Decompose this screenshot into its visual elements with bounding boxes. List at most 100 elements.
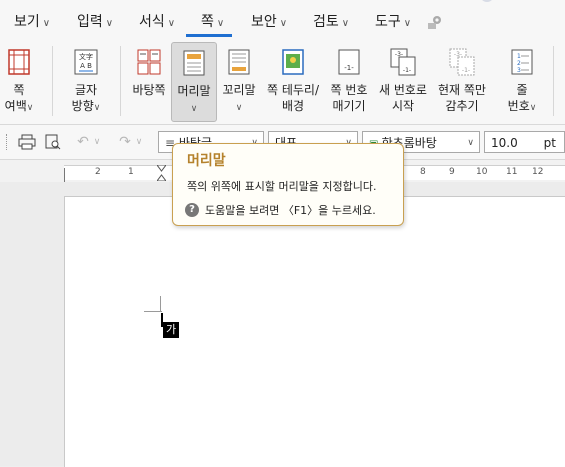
menu-insert-label: 입력 (77, 14, 103, 30)
print-icon[interactable] (18, 134, 36, 150)
chevron-down-icon[interactable]: ∨ (92, 134, 102, 150)
page-numbering-button[interactable]: -1- 쪽 번호 매기기 (327, 42, 371, 120)
page-margin-label-2: 여백 (4, 99, 27, 113)
settings-gear-icon[interactable] (426, 14, 444, 30)
line-number-icon: 1 2 3 (509, 48, 535, 76)
char-direction-label-2-wrap: 방향∨ (66, 98, 106, 116)
tooltip-description: 쪽의 위쪽에 표시할 머리말을 지정합니다. (187, 180, 377, 193)
svg-text:文字: 文字 (79, 52, 93, 61)
menu-review[interactable]: 검토 ∨ (313, 12, 349, 32)
ruler-number: 9 (449, 167, 455, 177)
chevron-down-icon: ∨ (167, 18, 176, 29)
ruler-number: 1 (128, 167, 134, 177)
new-number-icon: -3- -1- (390, 48, 416, 76)
master-page-button[interactable]: 바탕쪽 (129, 42, 169, 120)
new-number-label-1: 새 번호로 (379, 83, 427, 97)
line-number-button[interactable]: 1 2 3 줄 번호∨ (500, 42, 544, 120)
menu-insert[interactable]: 입력 ∨ (77, 12, 113, 32)
margin-guide-mark (160, 296, 161, 312)
chevron-down-icon: ∨ (341, 18, 350, 29)
account-indicator (480, 0, 494, 2)
svg-text:3: 3 (517, 67, 521, 74)
menu-tools-label: 도구 (375, 14, 401, 30)
page-margin-icon (6, 48, 32, 76)
page-number-icon: -1- (336, 48, 362, 76)
char-direction-label-2: 방향 (71, 99, 94, 113)
font-size-value: 10.0 (491, 136, 518, 150)
chevron-down-icon: ∨ (42, 18, 51, 29)
menu-tools[interactable]: 도구 ∨ (375, 12, 411, 32)
menu-format[interactable]: 서식 ∨ (139, 12, 175, 32)
page-margin-label-1: 쪽 (13, 83, 25, 97)
help-icon: ? (185, 203, 199, 217)
header-button[interactable]: 머리말 ∨ (171, 42, 217, 122)
footer-label: 꼬리말 (222, 83, 256, 97)
line-number-label-2: 번호 (507, 99, 530, 113)
line-number-label-1: 줄 (516, 83, 528, 97)
page-numbering-label-2: 매기기 (332, 99, 366, 113)
chevron-down-icon: ∨ (467, 138, 474, 148)
menu-view[interactable]: 보기 ∨ (14, 12, 50, 32)
page-margin-button[interactable]: 쪽 여백∨ (2, 42, 36, 120)
undo-icon[interactable]: ↶ (74, 134, 92, 150)
hide-current-page-button[interactable]: -3- -1- 현재 쪽만 감추기 (434, 42, 490, 120)
chevron-down-icon: ∨ (403, 18, 412, 29)
footer-button[interactable]: 꼬리말 ∨ (219, 42, 259, 120)
svg-text:-1-: -1- (462, 67, 470, 74)
char-direction-button[interactable]: 文字 A B 글자 방향∨ (66, 42, 106, 120)
menu-bar: 보기 ∨ 입력 ∨ 서식 ∨ 쪽 ∨ 보안 ∨ 검토 ∨ 도구 ∨ (0, 0, 565, 38)
tooltip-help: ? 도움말을 보려면 〈F1〉을 누르세요. (185, 202, 376, 218)
font-size-unit: pt (543, 136, 556, 150)
menu-review-label: 검토 (313, 14, 339, 30)
print-preview-icon[interactable] (44, 134, 62, 150)
toolbar-grip (6, 134, 9, 150)
ribbon: 쪽 여백∨ 文字 A B 글자 방향∨ 바탕쪽 머리말 ∨ 꼬리말 ∨ 쪽 테두… (0, 38, 565, 125)
header-icon (181, 49, 207, 77)
tooltip-title: 머리말 (187, 153, 226, 169)
menu-page[interactable]: 쪽 ∨ (201, 12, 224, 32)
page-margin-label-2-wrap: 여백∨ (2, 98, 36, 116)
footer-chevron-wrap: ∨ (219, 98, 259, 116)
footer-icon (226, 48, 252, 76)
hide-page-label-1: 현재 쪽만 (438, 83, 486, 97)
menu-view-label: 보기 (14, 14, 40, 30)
hide-page-icon: -3- -1- (449, 48, 475, 76)
char-direction-icon: 文字 A B (73, 48, 99, 76)
ruler-number: 10 (476, 167, 488, 177)
ribbon-separator (553, 46, 554, 116)
redo-icon[interactable]: ↷ (116, 134, 134, 150)
chevron-down-icon: ∨ (105, 18, 114, 29)
page-border-button[interactable]: 쪽 테두리/ 배경 (263, 42, 323, 120)
header-tooltip: 머리말 쪽의 위쪽에 표시할 머리말을 지정합니다. ? 도움말을 보려면 〈F1… (172, 143, 404, 226)
ribbon-separator (52, 46, 53, 116)
svg-text:2: 2 (517, 60, 521, 67)
chevron-down-icon[interactable]: ∨ (134, 134, 144, 150)
page-border-label-1: 쪽 테두리/ (266, 83, 320, 97)
master-page-icon (136, 48, 162, 76)
chevron-down-icon: ∨ (216, 18, 225, 29)
document-page[interactable] (64, 196, 565, 467)
page-border-label-2: 배경 (281, 99, 305, 113)
new-number-label-2: 시작 (391, 99, 415, 113)
svg-text:-1-: -1- (344, 64, 354, 72)
svg-text:A B: A B (80, 62, 92, 70)
new-number-start-button[interactable]: -3- -1- 새 번호로 시작 (376, 42, 430, 120)
tooltip-help-text: 도움말을 보려면 〈F1〉을 누르세요. (205, 204, 376, 217)
menu-security-label: 보안 (251, 14, 277, 30)
char-direction-label-1: 글자 (74, 83, 98, 97)
menu-format-label: 서식 (139, 14, 165, 30)
font-size-combo[interactable]: 10.0 pt (484, 131, 565, 153)
menu-security[interactable]: 보안 ∨ (251, 12, 287, 32)
svg-text:1: 1 (517, 53, 521, 60)
svg-text:-1-: -1- (403, 67, 411, 74)
menu-page-label: 쪽 (201, 14, 214, 30)
active-menu-indicator (186, 34, 232, 37)
ruler-tick (64, 168, 65, 182)
chevron-down-icon: ∨ (235, 103, 243, 113)
indent-marker-icon[interactable] (156, 164, 167, 182)
header-chevron-wrap: ∨ (172, 99, 216, 117)
ribbon-separator (120, 46, 121, 116)
page-border-icon (280, 48, 306, 76)
header-label: 머리말 (177, 84, 211, 98)
chevron-down-icon: ∨ (26, 103, 34, 113)
